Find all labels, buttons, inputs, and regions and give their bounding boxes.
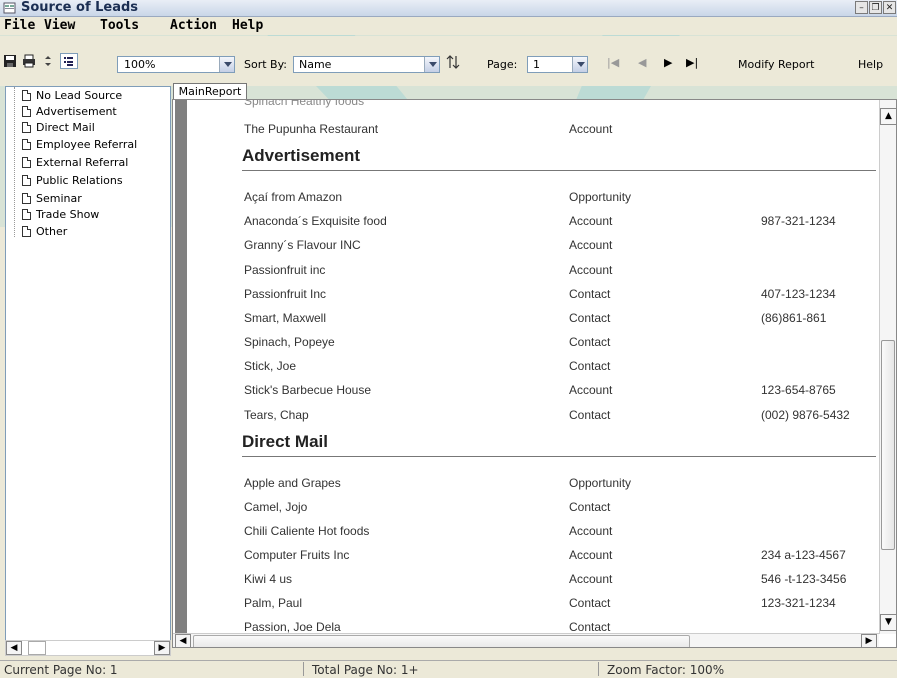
- scroll-right-icon[interactable]: ▶: [861, 634, 877, 647]
- first-page-icon[interactable]: |◀: [607, 55, 619, 70]
- status-bar: Current Page No: 1 Total Page No: 1+ Zoo…: [0, 660, 897, 678]
- refresh-icon[interactable]: [41, 54, 55, 68]
- table-row: Stick's Barbecue House Account 123-654-876…: [244, 383, 836, 397]
- scroll-thumb[interactable]: [193, 635, 690, 647]
- sidebar-horizontal-scrollbar[interactable]: ◀ ▶: [5, 640, 171, 656]
- page-label: Page:: [487, 58, 518, 71]
- scroll-left-icon[interactable]: ◀: [6, 641, 22, 655]
- modify-report-button[interactable]: Modify Report: [738, 58, 814, 71]
- tree-item-employee-referral[interactable]: Employee Referral: [22, 137, 137, 151]
- menu-tools[interactable]: Tools: [100, 18, 139, 34]
- tree-item-seminar[interactable]: Seminar: [22, 191, 82, 205]
- window-title: Source of Leads: [21, 0, 139, 15]
- menu-view[interactable]: View: [44, 18, 75, 34]
- current-page-status: Current Page No: 1: [4, 663, 118, 677]
- table-row: Passion, Joe Dela Contact: [244, 620, 611, 634]
- restore-button[interactable]: ❐: [869, 1, 882, 14]
- report-gutter: [175, 100, 187, 638]
- table-row: Tears, Chap Contact (002) 9876-5432: [244, 408, 850, 422]
- close-button[interactable]: ✕: [883, 1, 896, 14]
- table-row: Spinach, Popeye Contact: [244, 335, 611, 349]
- sort-value: Name: [299, 58, 332, 71]
- tree-item-other[interactable]: Other: [22, 224, 67, 238]
- toolbar: 100% Sort By: Name Page: 1 |◀ ◀ ▶ ▶| Mod…: [0, 36, 897, 86]
- tab-main-report[interactable]: MainReport: [173, 83, 247, 100]
- document-icon: [22, 121, 31, 133]
- report-horizontal-scrollbar[interactable]: ◀ ▶: [173, 633, 879, 647]
- tree-toggle-icon[interactable]: [60, 53, 78, 69]
- table-row: Camel, Jojo Contact: [244, 500, 611, 514]
- section-title: Advertisement: [242, 146, 361, 165]
- table-row: Apple and Grapes Opportunity: [244, 476, 632, 490]
- zoom-factor-status: Zoom Factor: 100%: [607, 663, 725, 677]
- tree-item-direct-mail[interactable]: Direct Mail: [22, 120, 95, 134]
- help-button[interactable]: Help: [858, 58, 883, 71]
- table-row: Chili Caliente Hot foods Account: [244, 524, 613, 538]
- report-page: Spinach Healthy foods The Pupunha Restau…: [193, 100, 876, 634]
- next-page-icon[interactable]: ▶: [664, 55, 672, 70]
- prev-page-icon[interactable]: ◀: [638, 55, 646, 70]
- total-page-status: Total Page No: 1+: [312, 663, 419, 677]
- table-row: Stick, Joe Contact: [244, 359, 611, 373]
- table-row: Açaí from Amazon Opportunity: [244, 190, 632, 204]
- save-icon[interactable]: [3, 54, 17, 68]
- section-divider: [242, 170, 876, 171]
- tree-item-trade-show[interactable]: Trade Show: [22, 207, 99, 221]
- document-icon: [22, 208, 31, 220]
- scroll-up-icon[interactable]: ▲: [880, 108, 896, 125]
- document-icon: [22, 105, 31, 117]
- sort-select[interactable]: Name: [293, 56, 440, 73]
- section-divider: [242, 456, 876, 457]
- lead-source-tree: No Lead Source Advertisement Direct Mail…: [5, 86, 171, 648]
- scroll-thumb[interactable]: [28, 641, 46, 655]
- document-icon: [22, 225, 31, 237]
- tree-item-external-referral[interactable]: External Referral: [22, 155, 128, 169]
- tree-item-advertisement[interactable]: Advertisement: [22, 104, 117, 118]
- menu-file[interactable]: File: [4, 18, 35, 34]
- tree-item-no-lead-source[interactable]: No Lead Source: [22, 88, 122, 102]
- zoom-value: 100%: [124, 58, 156, 71]
- page-value: 1: [533, 58, 540, 71]
- chevron-down-icon[interactable]: [424, 57, 439, 72]
- table-row: Computer Fruits Inc Account 234 a-123-4567: [244, 548, 846, 562]
- title-bar: Source of Leads – ❐ ✕: [0, 0, 897, 17]
- zoom-select[interactable]: 100%: [117, 56, 235, 73]
- page-select[interactable]: 1: [527, 56, 588, 73]
- report-vertical-scrollbar[interactable]: ▲ ▼: [879, 100, 896, 634]
- table-row: The Pupunha Restaurant Account: [244, 122, 613, 136]
- chevron-down-icon[interactable]: [219, 57, 234, 72]
- table-row: Passionfruit inc Account: [244, 263, 613, 277]
- scroll-right-icon[interactable]: ▶: [154, 641, 170, 655]
- tree-item-public-relations[interactable]: Public Relations: [22, 173, 123, 187]
- menu-action[interactable]: Action: [170, 18, 217, 34]
- sort-order-icon[interactable]: [446, 55, 460, 69]
- chevron-down-icon[interactable]: [572, 57, 587, 72]
- app-icon: [3, 2, 16, 14]
- table-row: Smart, Maxwell Contact (86)861-861: [244, 311, 827, 325]
- last-page-icon[interactable]: ▶|: [686, 55, 698, 70]
- section-title: Direct Mail: [242, 432, 328, 451]
- table-row: Spinach Healthy foods: [244, 100, 365, 108]
- menu-bar: File View Tools Action Help: [0, 17, 897, 35]
- document-icon: [22, 89, 31, 101]
- menu-help[interactable]: Help: [232, 18, 263, 34]
- document-icon: [22, 192, 31, 204]
- table-row: Granny´s Flavour INC Account: [244, 238, 613, 252]
- scroll-left-icon[interactable]: ◀: [175, 634, 191, 647]
- document-icon: [22, 156, 31, 168]
- sort-label: Sort By:: [244, 58, 288, 71]
- table-row: Anaconda´s Exquisite food Account 987-321-…: [244, 214, 836, 228]
- table-row: Kiwi 4 us Account 546 -t-123-3456: [244, 572, 847, 586]
- report-viewer: Spinach Healthy foods The Pupunha Restau…: [172, 99, 897, 648]
- document-icon: [22, 138, 31, 150]
- print-icon[interactable]: [22, 54, 36, 68]
- table-row: Palm, Paul Contact 123-321-1234: [244, 596, 836, 610]
- scroll-thumb[interactable]: [881, 340, 895, 550]
- minimize-button[interactable]: –: [855, 1, 868, 14]
- scroll-down-icon[interactable]: ▼: [880, 614, 896, 631]
- document-icon: [22, 174, 31, 186]
- table-row: Passionfruit Inc Contact 407-123-1234: [244, 287, 836, 301]
